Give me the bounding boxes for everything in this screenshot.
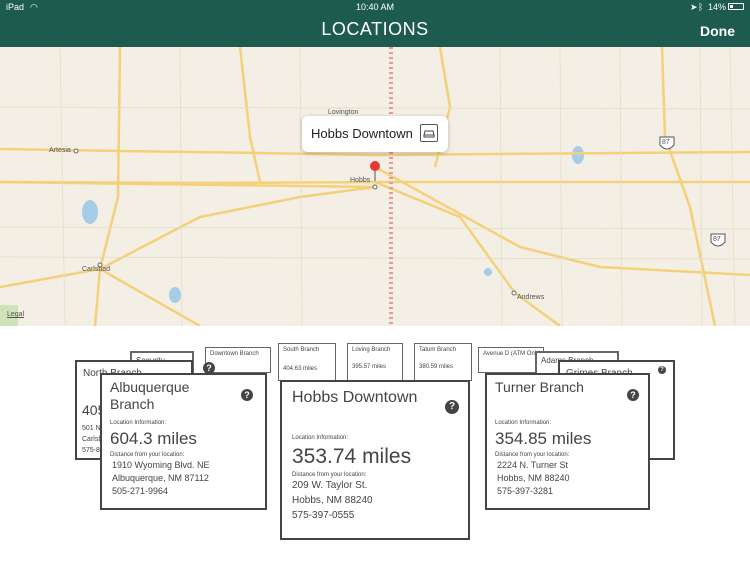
route-shield-87: 87 <box>662 139 670 146</box>
phone: 575-397-0555 <box>292 510 355 521</box>
card-loving-branch[interactable]: Loving Branch 395.57 miles <box>347 343 403 381</box>
card-address: 2224 N. Turner St Hobbs, NM 88240 575-39… <box>497 459 570 498</box>
status-bar: iPad ◠ 10:40 AM ➤ ᛒ 14% <box>0 0 750 14</box>
card-title: Loving Branch <box>352 347 391 353</box>
location-info-label: Location Information: <box>292 435 349 441</box>
address-line: 1910 Wyoming Blvd. NE <box>112 460 210 470</box>
help-icon[interactable]: ? <box>445 400 459 414</box>
directions-car-icon[interactable] <box>420 124 438 142</box>
page-title: LOCATIONS <box>321 19 429 39</box>
card-title: Turner Branch <box>495 379 584 395</box>
map-label-carlsbad: Carlsbad <box>82 266 111 273</box>
phone: 575-397-3281 <box>497 486 554 496</box>
map-label-lovington: Lovington <box>328 109 359 116</box>
clock: 10:40 AM <box>355 2 395 12</box>
card-turner-branch[interactable]: Turner Branch ? Location Information: 35… <box>485 373 650 510</box>
card-title: Albuquerque Branch <box>110 379 190 412</box>
card-title: South Branch <box>283 347 320 353</box>
nav-bar: LOCATIONS Done <box>0 14 750 47</box>
card-distance: 604.3 miles <box>110 429 197 448</box>
location-icon: ➤ <box>690 2 698 12</box>
map-view[interactable]: Lovington Artesia Hobbs Carlsbad Andrews… <box>0 47 750 326</box>
address-line: Albuquerque, NM 87112 <box>112 473 209 483</box>
battery-icon <box>728 3 744 10</box>
address-line: Hobbs, NM 88240 <box>497 473 570 483</box>
help-icon[interactable]: ? <box>658 366 666 374</box>
help-icon[interactable]: ? <box>627 389 639 401</box>
card-albuquerque-branch[interactable]: Albuquerque Branch ? Location Informatio… <box>100 373 267 510</box>
card-tatum-branch[interactable]: Tatum Branch 380.59 miles <box>414 343 472 381</box>
card-title: Hobbs Downtown <box>292 389 418 406</box>
card-distance: 353.74 miles <box>292 445 412 468</box>
location-info-label: Location Information: <box>110 420 167 426</box>
card-address: 1910 Wyoming Blvd. NE Albuquerque, NM 87… <box>112 459 209 498</box>
callout-title: Hobbs Downtown <box>311 126 413 141</box>
help-icon[interactable]: ? <box>241 389 253 401</box>
card-distance: 395.57 miles <box>352 364 387 370</box>
route-shield-87-east: 87 <box>713 236 721 243</box>
legal-link[interactable]: Legal <box>7 311 24 318</box>
card-title: Tatum Branch <box>419 347 457 353</box>
address-line: 2224 N. Turner St <box>497 460 569 470</box>
map-label-artesia: Artesia <box>49 147 71 154</box>
distance-from-label: Distance from your location: <box>110 452 185 458</box>
card-distance: 404.63 miles <box>283 366 318 372</box>
card-title: Downtown Branch <box>210 351 259 357</box>
location-info-label: Location Information: <box>495 420 552 426</box>
card-distance: 354.85 miles <box>495 429 592 448</box>
map-label-andrews: Andrews <box>517 294 545 301</box>
card-address: 209 W. Taylor St. Hobbs, NM 88240 575-39… <box>292 478 373 523</box>
phone: 505-271-9964 <box>112 486 169 496</box>
card-south-branch[interactable]: South Branch 404.63 miles <box>278 343 336 381</box>
card-title: Avenue D (ATM Only) <box>483 351 542 357</box>
done-button[interactable]: Done <box>700 23 735 39</box>
distance-from-label: Distance from your location: <box>495 452 570 458</box>
bluetooth-icon: ᛒ <box>698 2 704 12</box>
card-hobbs-downtown[interactable]: Hobbs Downtown ? Location Information: 3… <box>280 380 470 540</box>
map-label-hobbs: Hobbs <box>350 177 371 184</box>
address-line: Hobbs, NM 88240 <box>292 495 373 506</box>
map-roads <box>0 47 750 326</box>
battery-percent: 14% <box>708 2 727 12</box>
card-distance: 380.59 miles <box>419 364 454 370</box>
address-line: 209 W. Taylor St. <box>292 480 368 491</box>
